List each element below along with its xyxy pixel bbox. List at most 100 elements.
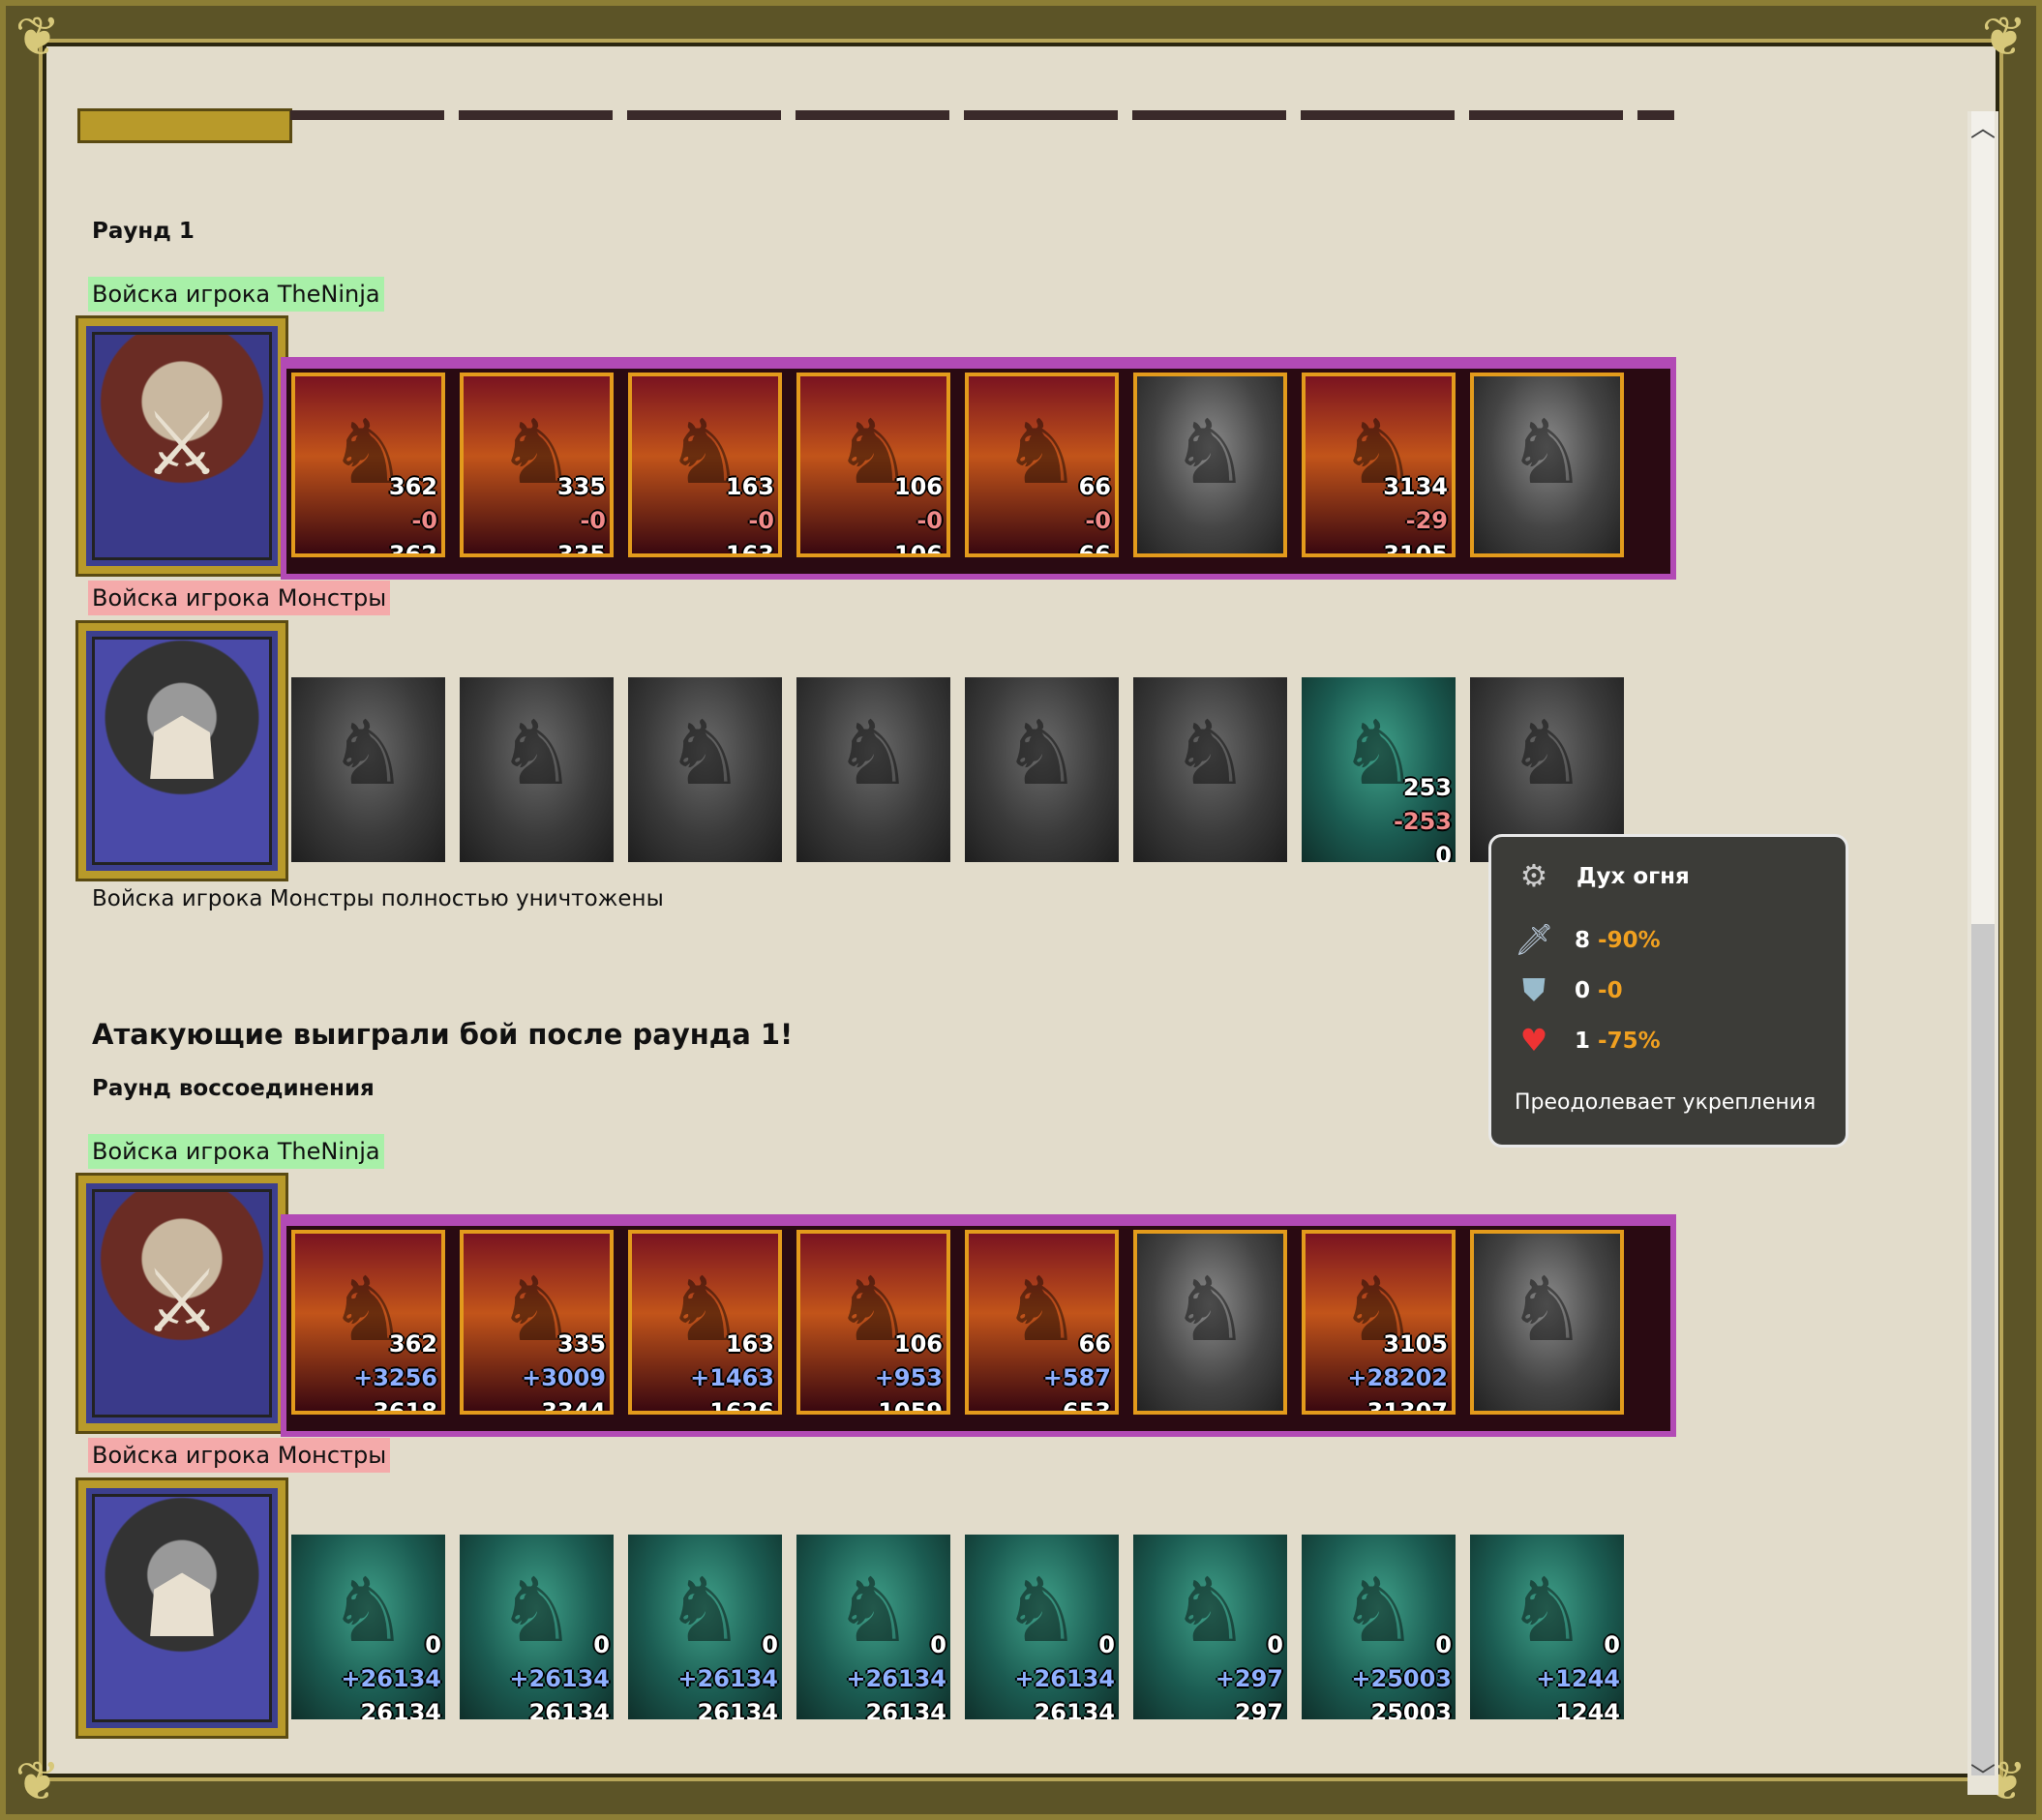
unit-card[interactable]: ♞ 0 +26134 26134 — [628, 1535, 782, 1719]
unit-count-change: -0 — [411, 507, 437, 534]
unit-creature-icon: ♞ — [665, 1559, 745, 1662]
unit-count-after: 3105 — [1383, 541, 1448, 557]
unit-count-before: 66 — [1078, 1330, 1111, 1358]
hero-portrait-theninja[interactable]: ⚔ — [75, 315, 288, 577]
unit-creature-icon: ♞ — [833, 701, 914, 805]
unit-card[interactable]: ♞ — [291, 677, 445, 862]
battle-result-title: Атакующие выиграли бой после раунда 1! — [92, 1018, 794, 1051]
unit-creature-icon: ♞ — [496, 1559, 577, 1662]
unit-count-change: -0 — [916, 507, 943, 534]
unit-count-change: -0 — [1085, 507, 1111, 534]
beast-icon: ☗ — [142, 699, 222, 800]
unit-card[interactable]: ♞ — [460, 677, 614, 862]
unit-count-after: 66 — [1078, 541, 1111, 557]
unit-card[interactable]: ♞ — [796, 677, 950, 862]
unit-card[interactable]: ♞ 163 +1463 1626 — [628, 1230, 782, 1415]
unit-card[interactable]: ♞ 0 +25003 25003 — [1302, 1535, 1456, 1719]
previous-army-strip — [290, 110, 1674, 120]
scroll-down-icon[interactable]: ﹀ — [1967, 1760, 1998, 1795]
unit-count-change: -29 — [1405, 507, 1448, 534]
unit-creature-icon: ♞ — [833, 1559, 914, 1662]
unit-card[interactable]: ♞ — [1133, 677, 1287, 862]
unit-card[interactable]: ♞ 163 -0 163 — [628, 373, 782, 557]
previous-hero-portrait — [77, 108, 292, 143]
hero-portrait-theninja[interactable]: ⚔ — [75, 1173, 288, 1434]
unit-card[interactable]: ♞ — [1133, 1230, 1287, 1415]
defense-delta: -0 — [1598, 978, 1623, 1003]
unit-card[interactable]: ♞ — [1470, 1230, 1624, 1415]
vertical-scrollbar[interactable]: ︿ ﹀ — [1967, 111, 1998, 1795]
unit-count-before: 163 — [725, 1330, 774, 1358]
unit-count-after: 3618 — [373, 1398, 437, 1415]
unit-creature-icon: ♞ — [665, 701, 745, 805]
frame-ornament-icon: ❦ — [1981, 6, 2027, 69]
unit-card[interactable]: ♞ 335 +3009 3344 — [460, 1230, 614, 1415]
unit-card[interactable]: ♞ 106 -0 106 — [796, 373, 950, 557]
army-destroyed-message: Войска игрока Монстры полностью уничтоже… — [92, 886, 664, 911]
hero-portrait-monsters[interactable]: ☗ — [75, 1477, 288, 1739]
unit-card[interactable]: ♞ 106 +953 1059 — [796, 1230, 950, 1415]
unit-creature-icon: ♞ — [1002, 701, 1082, 805]
attack-delta: -90% — [1598, 928, 1661, 953]
unit-creature-icon: ♞ — [496, 701, 577, 805]
unit-creature-icon: ♞ — [1170, 401, 1250, 504]
unit-count-before: 253 — [1402, 774, 1452, 801]
unit-creature-icon: ♞ — [1002, 1559, 1082, 1662]
unit-count-before: 66 — [1078, 473, 1111, 500]
unit-count-after: 26134 — [528, 1699, 611, 1719]
unit-count-before: 0 — [1098, 1631, 1115, 1658]
unit-count-change: +26134 — [341, 1665, 441, 1692]
unit-count-after: 25003 — [1370, 1699, 1453, 1719]
gears-icon: ⚙ — [1519, 857, 1548, 894]
unit-card[interactable]: ♞ — [965, 677, 1119, 862]
unit-creature-icon: ♞ — [1507, 1258, 1587, 1361]
unit-creature-icon: ♞ — [328, 701, 408, 805]
unit-count-change: +26134 — [677, 1665, 778, 1692]
unit-count-after: 26134 — [1034, 1699, 1116, 1719]
unit-card[interactable]: ♞ 66 +587 653 — [965, 1230, 1119, 1415]
unit-name: Дух огня — [1577, 864, 1690, 889]
unit-count-after: 106 — [893, 541, 943, 557]
unit-count-before: 0 — [425, 1631, 441, 1658]
unit-card[interactable]: ♞ — [1133, 373, 1287, 557]
unit-card[interactable]: ♞ 335 -0 335 — [460, 373, 614, 557]
unit-count-change: +953 — [874, 1364, 943, 1391]
unit-card[interactable]: ♞ 3134 -29 3105 — [1302, 373, 1456, 557]
unit-count-before: 362 — [388, 1330, 437, 1358]
scrollbar-track[interactable] — [1971, 924, 1995, 1775]
scrollbar-thumb[interactable] — [1971, 111, 1995, 924]
unit-count-change: -0 — [580, 507, 606, 534]
defense-value: 0 — [1575, 978, 1591, 1003]
unit-count-change: +3256 — [353, 1364, 437, 1391]
unit-count-before: 335 — [556, 1330, 606, 1358]
unit-ability: Преодолевает укрепления — [1515, 1090, 1817, 1115]
unit-card[interactable]: ♞ — [628, 677, 782, 862]
unit-count-change: +587 — [1042, 1364, 1111, 1391]
knight-icon: ⚔ — [142, 1251, 222, 1353]
unit-card[interactable]: ♞ 0 +26134 26134 — [965, 1535, 1119, 1719]
unit-creature-icon: ♞ — [1170, 701, 1250, 805]
unit-card[interactable]: ♞ 0 +1244 1244 — [1470, 1535, 1624, 1719]
unit-count-before: 335 — [556, 473, 606, 500]
unit-card[interactable]: ♞ 0 +26134 26134 — [796, 1535, 950, 1719]
unit-count-before: 3134 — [1383, 473, 1448, 500]
unit-card[interactable]: ♞ — [1470, 373, 1624, 557]
defense-stat: 0 -0 — [1575, 978, 1623, 1003]
unit-count-after: 653 — [1062, 1398, 1111, 1415]
unit-card[interactable]: ♞ 0 +297 297 — [1133, 1535, 1287, 1719]
hero-portrait-monsters[interactable]: ☗ — [75, 620, 288, 881]
unit-count-change: -253 — [1393, 808, 1452, 835]
unit-count-change: -0 — [748, 507, 774, 534]
unit-card[interactable]: ♞ 253 -253 0 — [1302, 677, 1456, 862]
unit-card[interactable]: ♞ 0 +26134 26134 — [460, 1535, 614, 1719]
unit-count-before: 163 — [725, 473, 774, 500]
unit-card[interactable]: ♞ 66 -0 66 — [965, 373, 1119, 557]
unit-card[interactable]: ♞ 362 -0 362 — [291, 373, 445, 557]
unit-card[interactable]: ♞ 362 +3256 3618 — [291, 1230, 445, 1415]
unit-card[interactable]: ♞ 3105 +28202 31307 — [1302, 1230, 1456, 1415]
unit-count-after: 1244 — [1555, 1699, 1620, 1719]
attack-stat: 8 -90% — [1575, 928, 1661, 953]
unit-card[interactable]: ♞ 0 +26134 26134 — [291, 1535, 445, 1719]
unit-count-before: 106 — [893, 473, 943, 500]
scroll-up-icon[interactable]: ︿ — [1967, 111, 1998, 146]
